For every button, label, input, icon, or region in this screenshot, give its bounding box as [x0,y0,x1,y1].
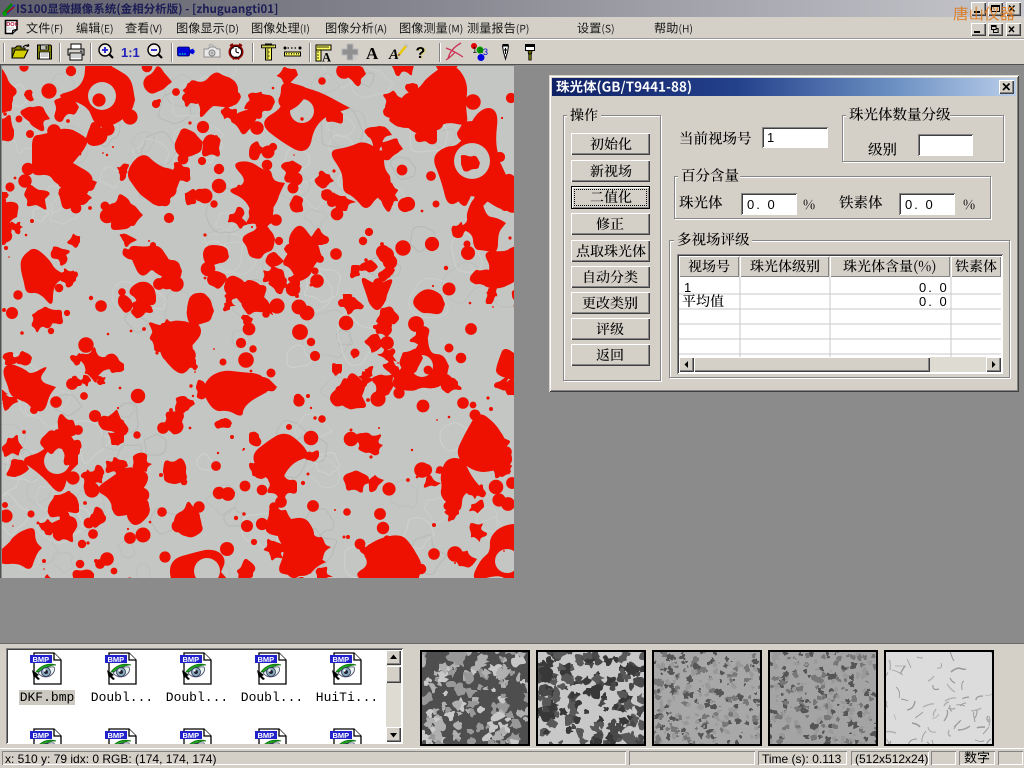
svg-text:A: A [322,51,331,64]
svg-text:BMP: BMP [333,731,350,740]
svg-text:?: ? [416,45,426,62]
svg-text:DOC: DOC [6,22,18,28]
svg-text:A: A [366,44,379,63]
svg-text:BMP: BMP [33,655,50,664]
svg-text:1:1: 1:1 [121,45,140,60]
svg-text:BMP: BMP [108,655,125,664]
svg-text:BMP: BMP [108,731,125,740]
svg-text:BMP: BMP [183,655,200,664]
svg-text:BMP: BMP [183,731,200,740]
svg-text:BMP: BMP [258,655,275,664]
svg-text:BMP: BMP [33,731,50,740]
svg-text:BMP: BMP [333,655,350,664]
svg-text:BMP: BMP [258,731,275,740]
